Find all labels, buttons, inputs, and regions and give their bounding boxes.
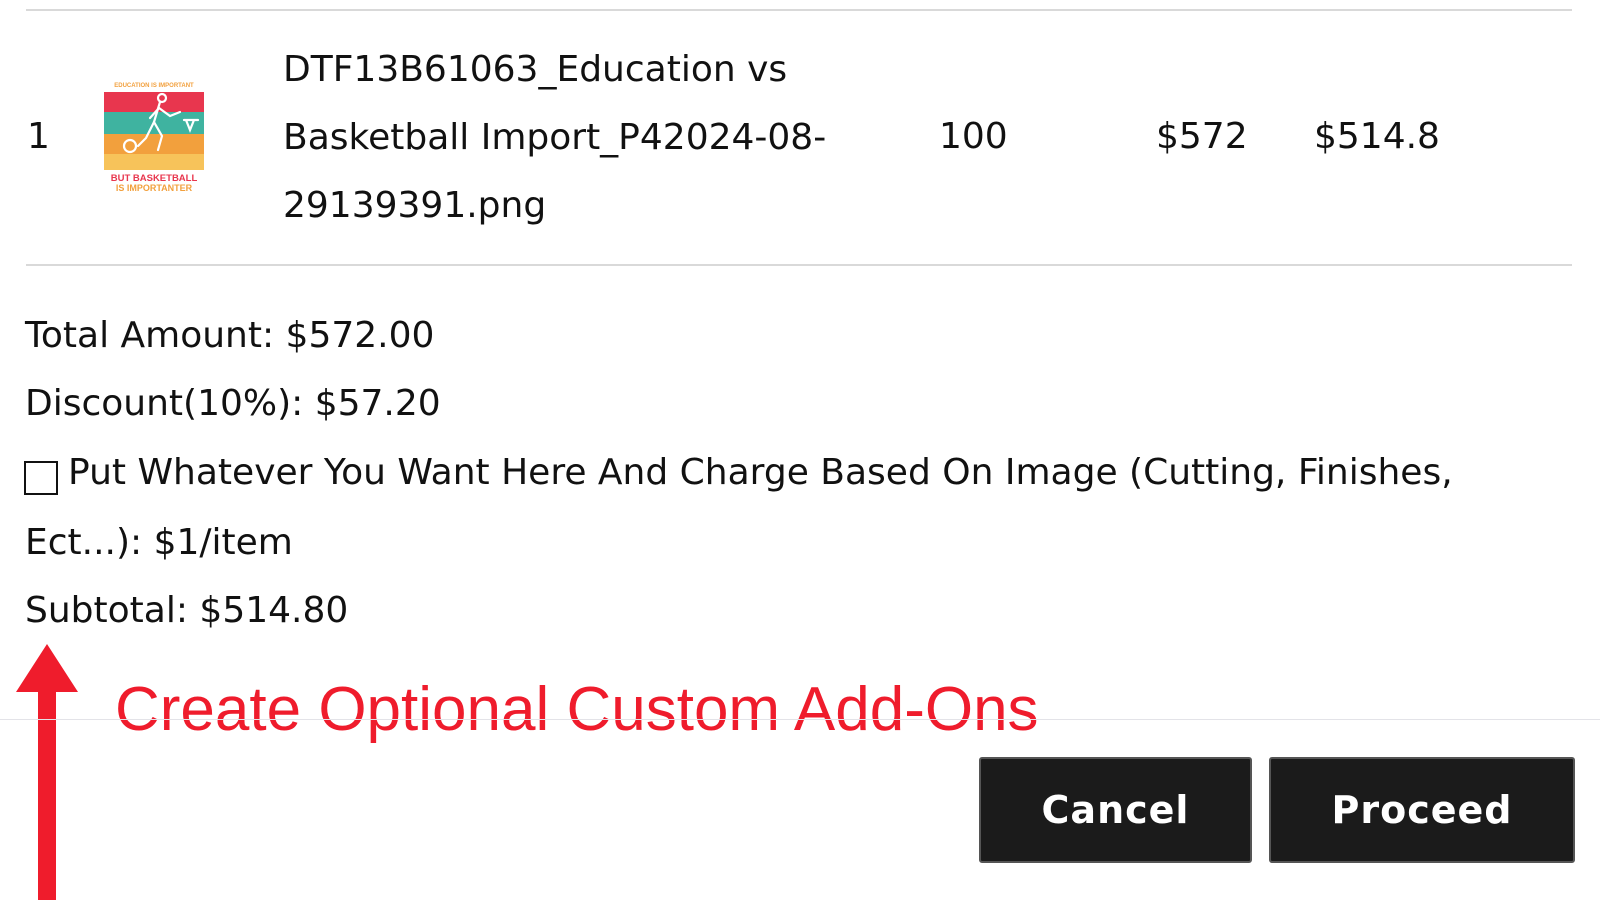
- addon-checkbox[interactable]: [24, 461, 58, 495]
- row-total: $514.8: [1314, 116, 1440, 157]
- discount-amount: Discount(10%): $57.20: [25, 383, 441, 424]
- thumbnail-stripe: [104, 154, 204, 170]
- thumbnail-stripe: [104, 134, 204, 154]
- thumbnail-stripe: [104, 92, 204, 112]
- table-row-divider-bottom: [26, 264, 1572, 266]
- file-name-line-1: DTF13B61063_Education vs: [283, 49, 788, 90]
- thumbnail-top-text: EDUCATION IS IMPORTANT: [114, 83, 194, 89]
- row-index: 1: [27, 116, 50, 157]
- subtotal: Subtotal: $514.80: [25, 590, 349, 631]
- table-row-divider-top: [26, 9, 1572, 11]
- annotation-text: Create Optional Custom Add-Ons: [115, 675, 1039, 744]
- file-name-line-2: Basketball Import_P42024-08-: [283, 117, 827, 158]
- footer-divider: [0, 719, 1600, 720]
- thumbnail-bottom-text-2: IS IMPORTANTER: [116, 183, 193, 193]
- addon-label-line-1[interactable]: Put Whatever You Want Here And Charge Ba…: [68, 439, 1453, 507]
- annotation-arrow-icon: [16, 644, 78, 900]
- total-amount: Total Amount: $572.00: [25, 315, 435, 356]
- proceed-button[interactable]: Proceed: [1269, 757, 1575, 863]
- row-quantity: 100: [939, 116, 1008, 157]
- design-thumbnail-icon: EDUCATION IS IMPORTANT BUT BASKETBALL IS…: [104, 83, 204, 193]
- cancel-button[interactable]: Cancel: [979, 757, 1252, 863]
- file-name: DTF13B61063_Education vs Basketball Impo…: [283, 36, 893, 240]
- file-name-line-3: 29139391.png: [283, 185, 547, 226]
- addon-label-line-2[interactable]: Ect...): $1/item: [25, 509, 293, 577]
- row-price: $572: [1156, 116, 1248, 157]
- order-confirmation-dialog: 1 EDUCATION IS IMPORTANT BUT BASKETBALL …: [0, 0, 1600, 900]
